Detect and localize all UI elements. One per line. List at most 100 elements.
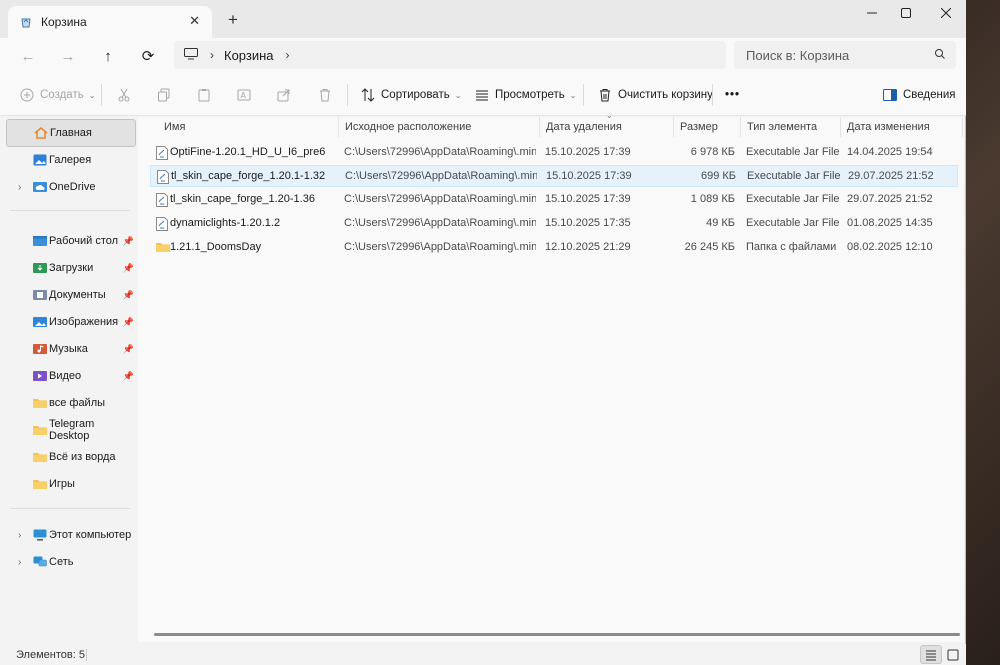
copy-button[interactable] [157,85,177,105]
sidebar-item-all-files[interactable]: все файлы [6,390,136,416]
pin-icon[interactable]: 📌 [123,290,134,301]
column-divider[interactable] [740,117,741,137]
date-modified: 14.04.2025 19:54 [847,146,933,158]
column-header-date-deleted[interactable]: Дата удаления [546,117,622,137]
pin-icon[interactable]: 📌 [123,317,134,328]
search-input[interactable]: Поиск в: Корзина [734,41,956,69]
command-bar: Создать ⌄ A Сортировать ⌄ Просмотреть ⌄ … [0,74,966,116]
view-button[interactable]: Просмотреть ⌄ [475,85,577,105]
table-row[interactable]: tl_skin_cape_forge_1.20-1.36 C:\Users\72… [150,189,958,211]
file-size: 1 089 КБ [690,193,735,205]
date-deleted: 15.10.2025 17:35 [545,217,631,229]
copy-icon [157,88,171,102]
column-divider[interactable] [962,117,963,137]
sidebar-item-home[interactable]: Главная [6,119,136,147]
date-deleted: 15.10.2025 17:39 [546,170,632,182]
sidebar-item-pictures[interactable]: Изображения 📌 [6,309,136,335]
chevron-right-icon[interactable]: › [18,182,21,193]
empty-recycle-bin-button[interactable]: Очистить корзину [598,85,713,105]
sidebar-item-word-files[interactable]: Всё из ворда [6,444,136,470]
sidebar-item-videos[interactable]: Видео 📌 [6,363,136,389]
share-button[interactable] [277,85,297,105]
column-divider[interactable] [673,117,674,137]
refresh-button[interactable]: ⟳ [136,44,160,68]
tab-close-button[interactable]: ✕ [189,13,200,29]
large-icons-view-button[interactable] [942,645,964,664]
details-view-icon [926,650,936,660]
table-row-selected[interactable]: tl_skin_cape_forge_1.20.1-1.32 C:\Users\… [150,165,958,187]
svg-text:A: A [241,91,247,100]
sidebar-item-network[interactable]: › Сеть [6,549,136,575]
paste-button[interactable] [197,85,217,105]
column-divider[interactable] [840,117,841,137]
create-button[interactable]: Создать ⌄ [20,85,95,105]
file-size: 49 КБ [706,217,735,229]
new-tab-button[interactable]: + [224,10,242,30]
sidebar-item-telegram-desktop[interactable]: Telegram Desktop [6,417,136,443]
tab-recycle-bin[interactable]: Корзина ✕ [8,6,212,38]
sidebar-item-desktop[interactable]: Рабочий стол 📌 [6,228,136,254]
sidebar-item-onedrive[interactable]: › OneDrive [6,174,136,200]
details-label: Сведения [903,89,956,101]
minimize-icon [867,12,877,14]
chevron-right-icon[interactable]: › [210,48,214,62]
sidebar-item-downloads[interactable]: Загрузки 📌 [6,255,136,281]
file-explorer-window: Корзина ✕ + ← → ↑ ⟳ › Корзина › Поиск в:… [0,0,966,665]
breadcrumb-recycle-bin[interactable]: Корзина [224,48,274,63]
sidebar-item-label: все файлы [49,397,106,409]
item-type: Executable Jar File [746,146,840,158]
address-bar[interactable]: › Корзина › [174,41,726,69]
close-button[interactable] [926,0,966,26]
horizontal-scrollbar[interactable] [154,633,960,636]
status-divider [86,649,87,661]
forward-button[interactable]: → [56,44,80,68]
column-header-date-modified[interactable]: Дата изменения [847,117,930,137]
maximize-button[interactable] [886,0,926,26]
delete-button[interactable] [318,85,338,105]
network-icon [33,556,47,568]
separator [101,84,102,106]
details-pane-button[interactable]: Сведения [883,85,956,105]
cut-button[interactable] [117,85,137,105]
computer-icon [184,47,198,63]
column-divider[interactable] [539,117,540,137]
search-placeholder: Поиск в: Корзина [746,47,850,63]
rename-button[interactable]: A [237,85,257,105]
table-row[interactable]: OptiFine-1.20.1_HD_U_I6_pre6 C:\Users\72… [150,142,958,164]
details-view-button[interactable] [920,645,942,664]
column-divider[interactable] [338,117,339,137]
sidebar-item-games[interactable]: Игры [6,471,136,497]
details-pane-icon [883,89,897,101]
empty-bin-label: Очистить корзину [618,89,713,101]
more-options-button[interactable]: ••• [725,85,740,105]
column-header-item-type[interactable]: Тип элемента [747,117,817,137]
sidebar-item-documents[interactable]: Документы 📌 [6,282,136,308]
file-size: 6 978 КБ [690,146,735,158]
table-row[interactable]: 1.21.1_DoomsDay C:\Users\72996\AppData\R… [150,237,958,259]
pin-icon[interactable]: 📌 [123,236,134,247]
sort-button[interactable]: Сортировать ⌄ [361,85,461,105]
pin-icon[interactable]: 📌 [123,344,134,355]
folder-icon [33,424,47,436]
sidebar-item-this-pc[interactable]: › Этот компьютер [6,522,136,548]
pin-icon[interactable]: 📌 [123,371,134,382]
jar-file-icon [157,170,169,184]
chevron-right-icon[interactable]: › [18,557,21,568]
column-header-original-location[interactable]: Исходное расположение [345,117,471,137]
back-button[interactable]: ← [16,44,40,68]
folder-icon [33,478,47,490]
chevron-down-icon: ⌄ [454,90,462,100]
chevron-right-icon[interactable]: › [286,48,290,62]
column-header-name[interactable]: Имя [164,117,185,137]
music-folder-icon [33,343,47,355]
column-header-size[interactable]: Размер [680,117,718,137]
pin-icon[interactable]: 📌 [123,263,134,274]
plus-circle-icon [20,88,34,102]
sidebar-item-music[interactable]: Музыка 📌 [6,336,136,362]
chevron-right-icon[interactable]: › [18,530,21,541]
sidebar-item-gallery[interactable]: Галерея [6,147,136,173]
up-button[interactable]: ↑ [96,44,120,68]
date-modified: 01.08.2025 14:35 [847,217,933,229]
close-icon [941,8,951,18]
table-row[interactable]: dynamiclights-1.20.1.2 C:\Users\72996\Ap… [150,213,958,235]
